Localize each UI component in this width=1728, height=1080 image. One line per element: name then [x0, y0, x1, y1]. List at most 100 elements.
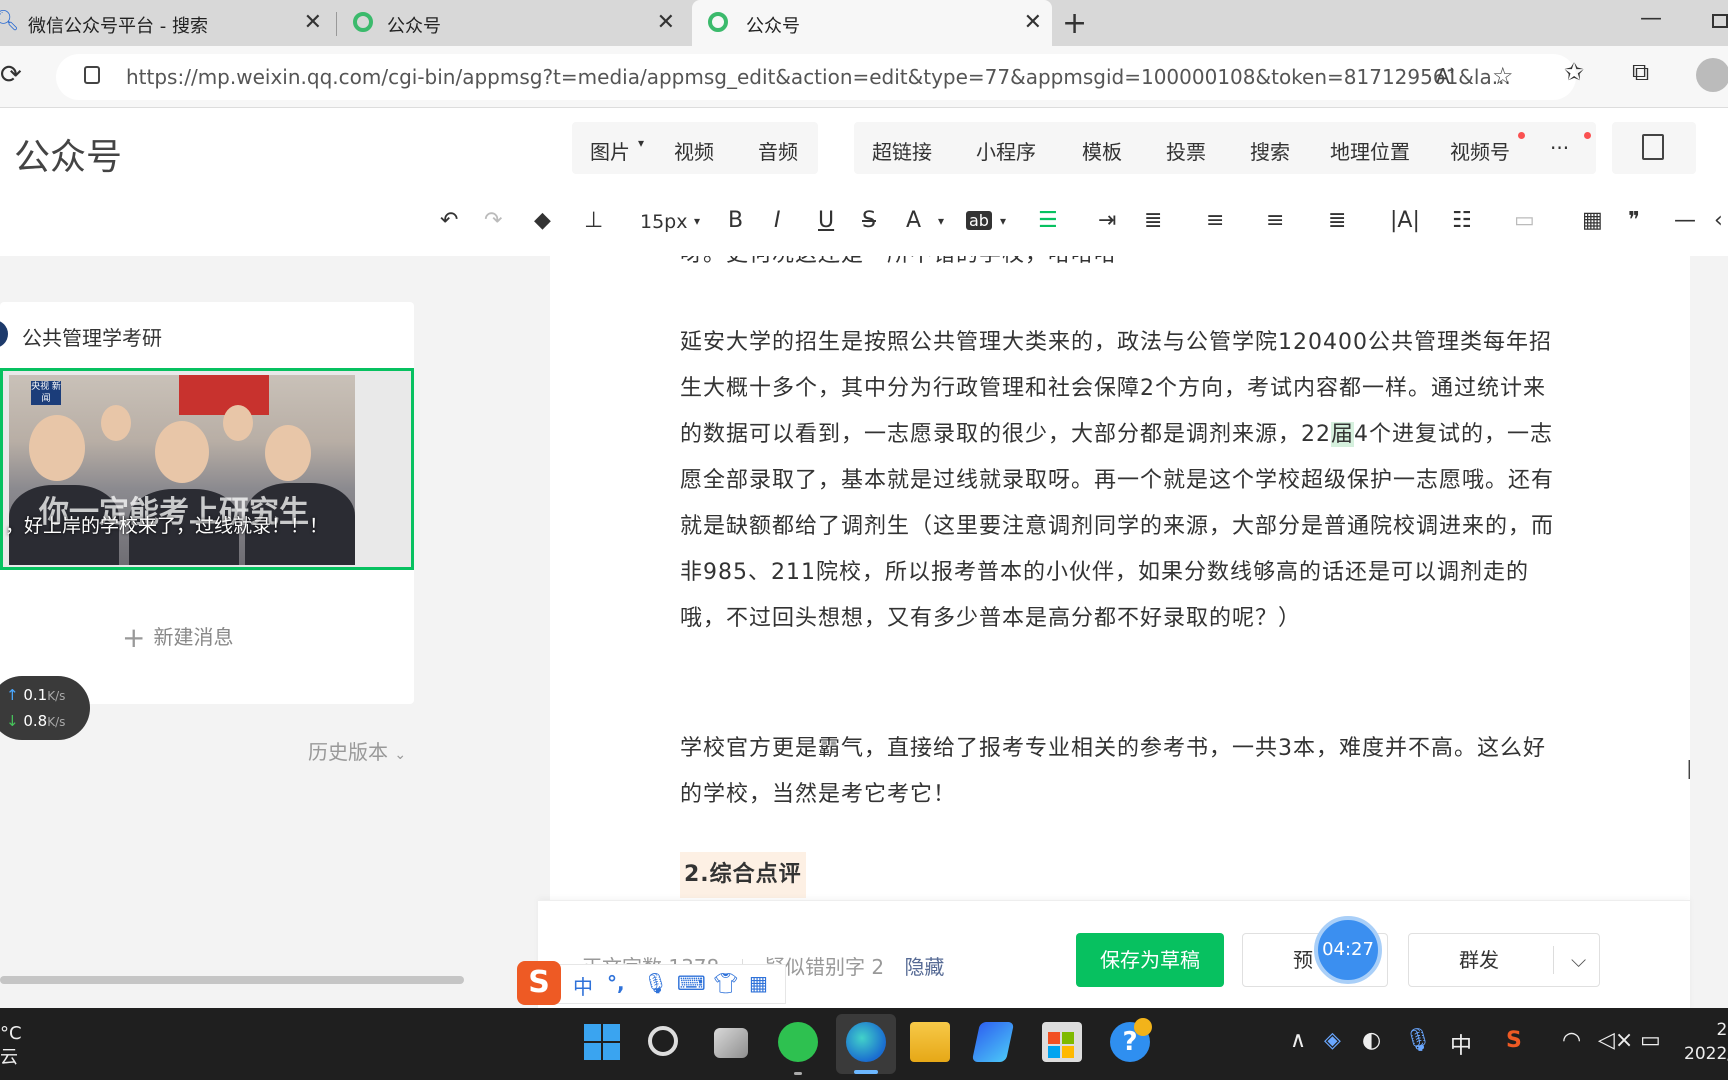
align-left-icon[interactable]: ☰ [1038, 208, 1058, 233]
store-icon[interactable] [1042, 1022, 1082, 1062]
speed-unit: K/s [47, 715, 66, 729]
insert-search[interactable]: 搜索 [1250, 136, 1290, 165]
upload-arrow-icon: ↑ [6, 686, 19, 704]
new-message-button[interactable]: + 新建消息 [122, 618, 233, 654]
underline-button[interactable]: U [818, 208, 834, 233]
url-text[interactable]: https://mp.weixin.qq.com/cgi-bin/appmsg?… [126, 65, 1511, 89]
wechat-icon[interactable] [778, 1022, 818, 1062]
ime-language[interactable]: 中 [573, 971, 593, 1000]
image-layout-icon[interactable]: ▭ [1514, 208, 1535, 233]
chevron-up-icon[interactable]: ∧ [1290, 1028, 1306, 1053]
insert-miniprogram[interactable]: 小程序 [976, 136, 1036, 165]
qq-icon[interactable]: ◐ [1362, 1028, 1381, 1053]
sogou-logo[interactable]: S [517, 961, 561, 1005]
recording-timer[interactable]: 04:27 [1314, 916, 1382, 984]
paragraph: 呀。更何况这还是一所不错的学校，哈哈哈～ [680, 256, 1140, 278]
shield-icon[interactable]: ◈ [1324, 1028, 1341, 1053]
download-arrow-icon: ↓ [6, 712, 19, 730]
add-favorite-icon[interactable]: ☆ [1492, 62, 1514, 90]
search-icon[interactable] [648, 1026, 678, 1056]
task-view-icon[interactable] [714, 1028, 748, 1058]
history-version-button[interactable]: 历史版本 ⌄ [308, 736, 406, 765]
redo-icon[interactable]: ↷ [484, 208, 502, 233]
clear-format-icon[interactable]: ⊥ [584, 208, 603, 233]
content-insert-group: 超链接 小程序 模板 投票 搜索 地理位置 视频号 ··· [854, 122, 1596, 174]
chevron-left-icon[interactable]: ‹ [1714, 208, 1723, 233]
chevron-down-icon[interactable]: ⌵ [1571, 934, 1586, 986]
volume-mute-icon[interactable]: ◁× [1598, 1028, 1633, 1053]
maximize-icon[interactable] [1712, 14, 1728, 28]
start-icon[interactable] [582, 1022, 622, 1062]
battery-icon[interactable]: ▭ [1640, 1028, 1661, 1053]
paragraph-spacing-icon[interactable]: ≡ [1266, 208, 1284, 233]
insert-image[interactable]: 图片 [590, 136, 630, 165]
insert-audio[interactable]: 音频 [758, 136, 798, 165]
more-menu[interactable]: ··· [1550, 136, 1569, 160]
skin-icon[interactable]: 👕︎ [713, 971, 738, 995]
tab-mp-1[interactable]: 公众号 ✕ [345, 0, 685, 46]
italic-button[interactable]: I [774, 208, 781, 233]
bold-button[interactable]: B [728, 208, 743, 233]
url-field[interactable]: https://mp.weixin.qq.com/cgi-bin/appmsg?… [56, 54, 1576, 100]
minimize-icon[interactable]: — [1640, 6, 1662, 31]
refresh-icon[interactable]: ⟳ [0, 60, 22, 90]
sogou-tray-icon[interactable]: S [1506, 1028, 1522, 1053]
close-icon[interactable]: ✕ [304, 10, 322, 35]
microphone-icon[interactable]: 🎙︎ [1404, 1028, 1432, 1053]
bg-color-button[interactable]: ab [966, 211, 992, 230]
new-tab-button[interactable]: + [1062, 6, 1087, 41]
document-icon[interactable] [1612, 122, 1696, 174]
insert-link[interactable]: 超链接 [872, 136, 932, 165]
running-indicator [794, 1072, 802, 1075]
table-icon[interactable]: ▦ [1582, 208, 1603, 233]
list-icon[interactable]: ☷ [1452, 208, 1472, 233]
tab-search[interactable]: 微信公众号平台 - 搜索 ✕ 🔍︎ [0, 0, 332, 46]
message-cover[interactable]: 央视 新闻 你一定能考上研究生 ，好上岸的学校来了，过线就录！！！ [0, 368, 414, 570]
ime-language-indicator[interactable]: 中 [1450, 1028, 1472, 1060]
indent-icon[interactable]: ⇥ [1098, 208, 1116, 233]
outdent-icon[interactable]: ≣ [1144, 208, 1162, 233]
insert-channels[interactable]: 视频号 [1450, 136, 1510, 165]
keyboard-icon[interactable]: ⌨ [677, 971, 706, 995]
collections-icon[interactable]: ⧉ [1632, 58, 1649, 86]
insert-video[interactable]: 视频 [674, 136, 714, 165]
strikethrough-button[interactable]: S [862, 208, 876, 233]
indent-spacing-icon[interactable]: ≣ [1328, 208, 1346, 233]
tab-mp-active[interactable]: 公众号 ✕ [692, 0, 1052, 46]
toolbox-icon[interactable]: ▦ [749, 971, 768, 995]
line-height-icon[interactable]: ≡ [1206, 208, 1224, 233]
insert-vote[interactable]: 投票 [1166, 136, 1206, 165]
quote-button[interactable]: ❞ [1628, 208, 1640, 233]
read-aloud-icon[interactable]: Aʾ [1436, 64, 1456, 88]
font-color-button[interactable]: A [906, 208, 921, 233]
letter-spacing-icon[interactable]: |A| [1390, 208, 1420, 233]
person-face [155, 421, 209, 483]
file-explorer-icon[interactable] [910, 1022, 950, 1062]
font-size-select[interactable]: 15px [640, 211, 687, 233]
profile-avatar[interactable] [1696, 58, 1728, 92]
horizontal-scrollbar[interactable] [0, 976, 464, 984]
hide-link[interactable]: 隐藏 [904, 955, 944, 979]
edge-browser-icon[interactable] [846, 1022, 886, 1062]
microphone-icon[interactable]: 🎙︎ [643, 971, 668, 995]
system-clock[interactable]: 2: 2022/ [1684, 1018, 1728, 1066]
weather-desc: 云 [0, 1047, 18, 1068]
close-icon[interactable]: ✕ [1024, 10, 1042, 35]
wifi-icon[interactable]: ◠ [1562, 1028, 1581, 1053]
chevron-down-icon: ▾ [938, 214, 945, 228]
favorites-icon[interactable]: ✩ [1564, 58, 1584, 86]
undo-icon[interactable]: ↶ [440, 208, 458, 233]
office-icon[interactable] [971, 1022, 1015, 1062]
article-editor[interactable]: 呀。更何况这还是一所不错的学校，哈哈哈～ 延安大学的招生是按照公共管理大类来的，… [550, 256, 1690, 1008]
close-icon[interactable]: ✕ [657, 10, 675, 35]
format-painter-icon[interactable]: ◆ [534, 208, 551, 233]
message-list-card: 公共管理学考研 央视 新闻 你一定能考上研究生 ，好上岸的学校来了，过线就录！！… [0, 302, 414, 704]
mass-send-button[interactable]: 群发 ⌵ [1408, 933, 1600, 987]
ime-punctuation[interactable]: °, [607, 971, 625, 995]
divider-button[interactable]: — [1674, 208, 1696, 233]
insert-location[interactable]: 地理位置 [1330, 136, 1410, 165]
lock-icon[interactable] [84, 66, 100, 84]
weather-widget[interactable]: °C 云 [0, 1022, 22, 1070]
insert-template[interactable]: 模板 [1082, 136, 1122, 165]
save-draft-button[interactable]: 保存为草稿 [1076, 933, 1224, 987]
